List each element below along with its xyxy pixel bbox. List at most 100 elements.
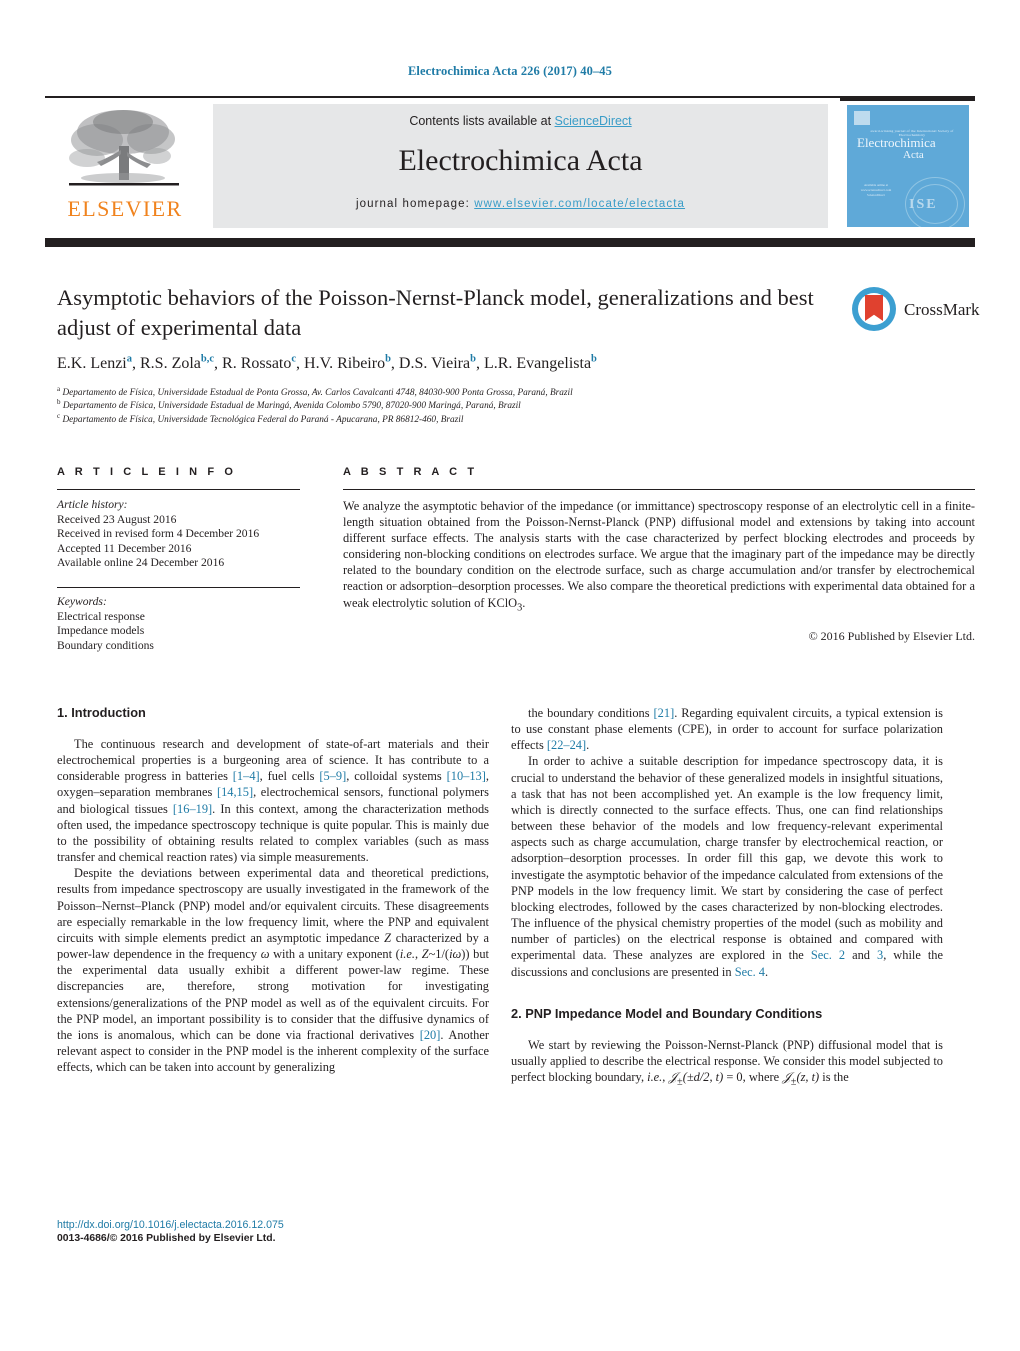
math-flux-symbol: 𝒥 (782, 1069, 791, 1084)
paragraph-right-3: We start by reviewing the Poisson-Nernst… (511, 1037, 943, 1091)
cover-title-line2: Acta (903, 149, 924, 161)
affiliation-item: b Departamento de Física, Universidade E… (57, 398, 847, 413)
abstract-section: A B S T R A C T We analyze the asymptoti… (343, 466, 975, 644)
author-5-affil-mark: b (591, 353, 597, 365)
author-4-affil-mark: b (470, 353, 476, 365)
citation-link[interactable]: [5–9] (319, 769, 346, 783)
paragraph-intro-2: Despite the deviations between experimen… (57, 865, 489, 1075)
abstract-text-tail: . (522, 595, 526, 610)
crossmark-badge[interactable]: CrossMark (852, 281, 980, 339)
citation-link[interactable]: [10–13] (447, 769, 486, 783)
journal-masthead: ELSEVIER Contents lists available at Sci… (45, 96, 975, 234)
para-text: In order to achive a suitable descriptio… (511, 754, 943, 963)
keywords-block: Keywords: Electrical response Impedance … (57, 586, 300, 653)
para-text: . (586, 738, 590, 753)
cover-elsevier-logo-icon (854, 111, 870, 125)
history-item: Received in revised form 4 December 2016 (57, 527, 260, 541)
article-history-label: Article history: (57, 498, 128, 511)
article-history: Article history: Received 23 August 2016… (57, 498, 300, 571)
math-flux-symbol: 𝒥 (668, 1069, 678, 1084)
citation-link[interactable]: [22–24] (547, 738, 586, 752)
sciencedirect-link[interactable]: ScienceDirect (555, 114, 632, 128)
author-3-name: H.V. Ribeiro (304, 355, 386, 372)
author-2-name: R. Rossato (222, 355, 292, 372)
paragraph-right-2: In order to achive a suitable descriptio… (511, 753, 943, 979)
keyword-item: Electrical response (57, 609, 145, 623)
section-link[interactable]: Sec. 4 (735, 965, 765, 979)
elsevier-wordmark: ELSEVIER (67, 196, 183, 221)
journal-title: Electrochimica Acta (398, 144, 643, 177)
citation-link[interactable]: [16–19] (173, 802, 212, 816)
abstract-copyright: © 2016 Published by Elsevier Ltd. (808, 629, 975, 644)
latin-abbrev: i.e. (647, 1069, 663, 1084)
doi-link[interactable]: http://dx.doi.org/10.1016/j.electacta.20… (57, 1218, 497, 1232)
issn-copyright: 0013-4686/© 2016 Published by Elsevier L… (57, 1233, 276, 1244)
affiliation-1-text: Departamento de Física, Universidade Est… (62, 401, 521, 412)
elsevier-logo: ELSEVIER (45, 104, 205, 228)
contents-prefix: Contents lists available at (409, 114, 555, 128)
history-item: Received 23 August 2016 (57, 512, 177, 526)
cover-image: award-winning journal of the Internation… (847, 105, 969, 227)
author-0-affil-mark: a (126, 353, 132, 365)
section-link[interactable]: Sec. 2 (811, 948, 845, 962)
journal-band: Contents lists available at ScienceDirec… (213, 104, 828, 228)
section-heading-pnp-model: 2. PNP Impedance Model and Boundary Cond… (511, 1005, 823, 1021)
latin-abbrev: i.e. (399, 947, 415, 962)
para-text: is the (819, 1069, 849, 1084)
masthead-divider-bar (45, 238, 975, 247)
page-footer: http://dx.doi.org/10.1016/j.electacta.20… (57, 1218, 497, 1246)
author-4-name: D.S. Vieira (398, 355, 471, 372)
math-symbol-iomega: iω (449, 947, 462, 962)
affiliation-1-mark: b (57, 398, 61, 407)
para-text: the boundary conditions (528, 706, 654, 720)
page-title: Asymptotic behaviors of the Poisson-Nern… (57, 285, 814, 340)
cover-corner-note: Available online at www.sciencedirect.co… (860, 183, 892, 197)
affiliation-item: a Departamento de Física, Universidade E… (57, 384, 847, 400)
article-page: Electrochimica Acta 226 (2017) 40–45 ELS… (0, 0, 1020, 1351)
author-list: E.K. Lenzia, R.S. Zolab,c, R. Rossatoc, … (57, 353, 597, 372)
math-symbol-z: Z (384, 930, 392, 945)
para-text: ~1/( (428, 947, 450, 962)
keywords-rule (57, 586, 300, 588)
cover-seal-text: ISE (909, 197, 938, 212)
paragraph-right-1: the boundary conditions [21]. Regarding … (511, 705, 943, 753)
affiliation-0-mark: a (57, 384, 61, 393)
journal-cover-thumbnail: award-winning journal of the Internation… (840, 98, 975, 231)
para-text: , colloidal systems (346, 769, 447, 784)
journal-homepage-line: journal homepage: www.elsevier.com/locat… (213, 198, 828, 210)
author-1-name: R.S. Zola (140, 355, 201, 372)
affiliation-2-mark: c (57, 411, 61, 420)
author-5-name: L.R. Evangelista (483, 355, 592, 372)
crossmark-label: CrossMark (904, 300, 980, 319)
math-flux-args: (±d/2, t) (682, 1069, 724, 1084)
elsevier-tree-icon (57, 106, 193, 196)
affiliation-0-text: Departamento de Física, Universidade Est… (62, 388, 573, 398)
citation-link[interactable]: [1–4] (233, 769, 260, 783)
affiliation-list: a Departamento de Física, Universidade E… (57, 384, 847, 427)
article-info-section: A R T I C L E I N F O Article history: R… (57, 466, 300, 653)
math-symbol-z: Z (421, 947, 429, 962)
section-heading-introduction: 1. Introduction (57, 705, 146, 720)
keyword-item: Boundary conditions (57, 638, 154, 652)
para-text: with a unitary exponent ( (269, 947, 400, 962)
author-2-affil-mark: c (291, 353, 297, 365)
body-column-left: 1. Introduction The continuous research … (57, 705, 489, 1075)
para-text: , fuel cells (259, 769, 320, 784)
keyword-item: Impedance models (57, 624, 145, 638)
author-3-affil-mark: b (385, 353, 391, 365)
abstract-rule (343, 489, 975, 490)
math-flux-args: (z, t) (796, 1069, 820, 1084)
keywords-label: Keywords: (57, 594, 107, 608)
citation-link[interactable]: [21] (654, 706, 675, 720)
abstract-heading: A B S T R A C T (343, 466, 478, 478)
body-column-right: the boundary conditions [21]. Regarding … (511, 705, 943, 1091)
para-text: = 0, where (723, 1069, 783, 1084)
contents-line: Contents lists available at ScienceDirec… (213, 114, 828, 128)
journal-homepage-link[interactable]: www.elsevier.com/locate/electacta (474, 198, 685, 210)
citation-link[interactable]: [14,15] (217, 785, 253, 799)
keywords-list: Keywords: Electrical response Impedance … (57, 595, 300, 653)
citation-link[interactable]: [20] (420, 1028, 441, 1042)
article-info-heading: A R T I C L E I N F O (57, 466, 237, 478)
author-1-affil-mark: b,c (200, 353, 215, 365)
crossmark-icon (852, 287, 896, 331)
